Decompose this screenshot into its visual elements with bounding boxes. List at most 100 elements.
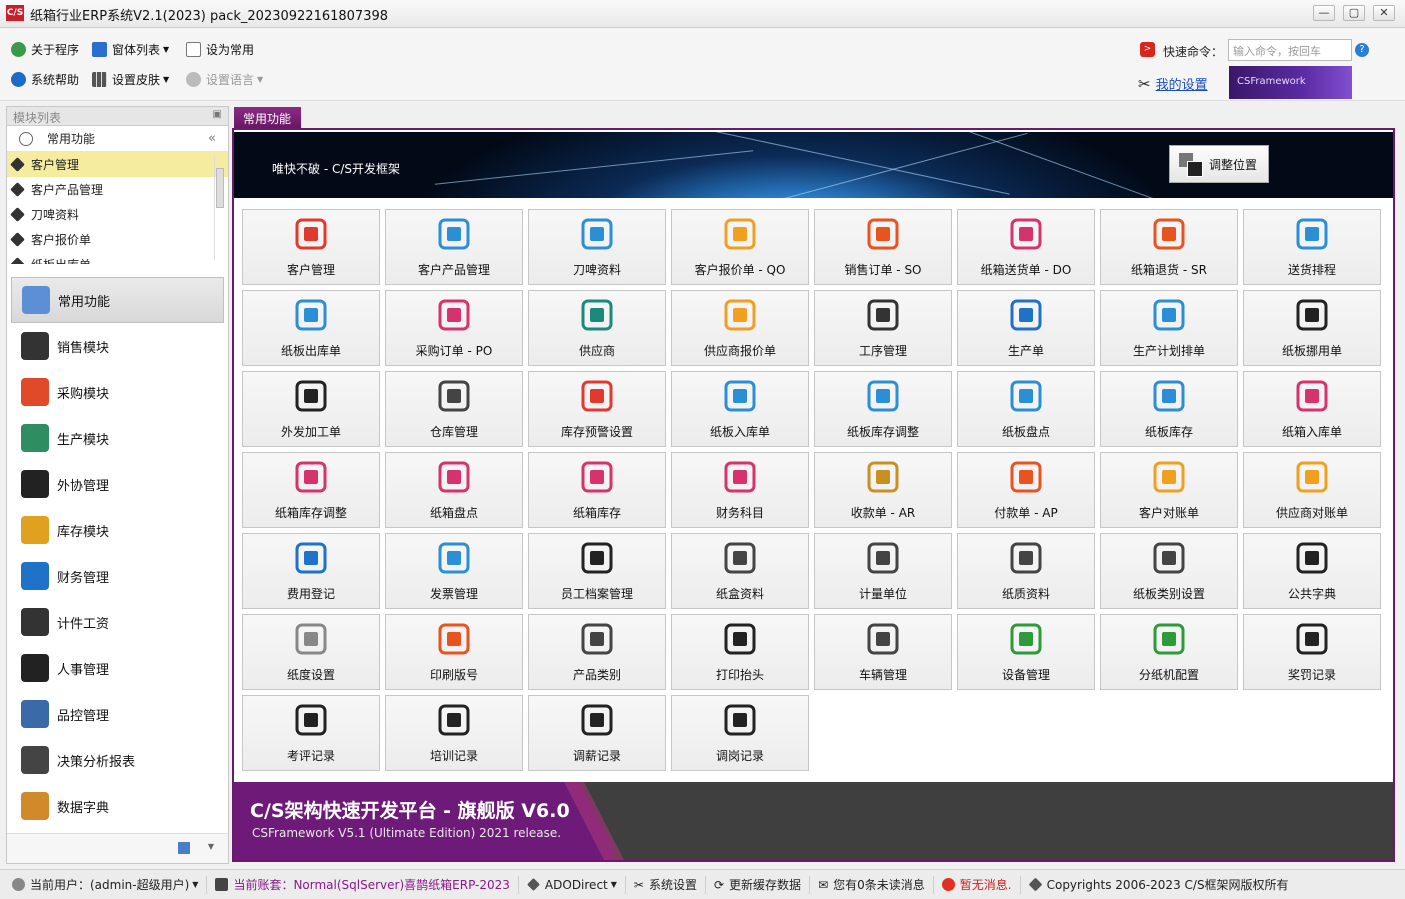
production-eye-icon [1004,293,1048,337]
set-common-button[interactable]: 设为常用 [186,41,254,58]
function-tile[interactable]: 调薪记录 [528,695,666,771]
function-tile[interactable]: 设备管理 [957,614,1095,690]
layout-icon[interactable] [178,842,190,854]
function-tile[interactable]: 纸板挪用单 [1243,290,1381,366]
function-tile[interactable]: 生产单 [957,290,1095,366]
function-tile[interactable]: 费用登记 [242,533,380,609]
chevron-down-icon[interactable]: ▼ [208,842,214,851]
function-tile[interactable]: 刀啤资料 [528,209,666,285]
function-tile[interactable]: 销售订单 - SO [814,209,952,285]
function-tile[interactable]: 产品类别 [528,614,666,690]
status-settings-button[interactable]: ✂ 系统设置 [626,875,706,894]
function-tile[interactable]: 纸质资料 [957,533,1095,609]
function-tile[interactable]: 纸箱库存调整 [242,452,380,528]
function-tile[interactable]: 客户对账单 [1100,452,1238,528]
function-tile[interactable]: 客户报价单 - QO [671,209,809,285]
nav-item[interactable]: 生产模块 [7,415,228,461]
my-settings-link[interactable]: ✂ 我的设置 [1138,74,1208,94]
module-list-item[interactable]: 客户产品管理 [7,177,228,202]
function-tile[interactable]: 培训记录 [385,695,523,771]
function-tile[interactable]: 纸箱送货单 - DO [957,209,1095,285]
function-tile[interactable]: 打印抬头 [671,614,809,690]
function-tile[interactable]: 送货排程 [1243,209,1381,285]
function-tile[interactable]: 纸箱退货 - SR [1100,209,1238,285]
function-tile[interactable]: 员工档案管理 [528,533,666,609]
function-tile[interactable]: 采购订单 - PO [385,290,523,366]
function-tile[interactable]: 生产计划排单 [1100,290,1238,366]
module-list-item[interactable]: 刀啤资料 [7,202,228,227]
skin-button[interactable]: 设置皮肤 ▼ [92,71,169,88]
function-tile[interactable]: 发票管理 [385,533,523,609]
function-tile[interactable]: 公共字典 [1243,533,1381,609]
nav-item[interactable]: 外协管理 [7,461,228,507]
function-tile[interactable]: 调岗记录 [671,695,809,771]
function-tile[interactable]: 纸板库存 [1100,371,1238,447]
help-button[interactable]: 系统帮助 [11,71,79,88]
messages-button[interactable]: ✉ 您有0条未读消息 [810,875,934,894]
nav-item[interactable]: 人事管理 [7,645,228,691]
function-tile[interactable]: 纸盒资料 [671,533,809,609]
module-list-item[interactable]: 客户管理 [7,152,228,177]
function-tile[interactable]: 纸箱入库单 [1243,371,1381,447]
function-tile[interactable]: 纸箱盘点 [385,452,523,528]
function-tile[interactable]: 纸度设置 [242,614,380,690]
users-icon [289,212,333,256]
common-functions-header[interactable]: 常用功能 « [7,126,228,152]
function-tile[interactable]: 纸板出库单 [242,290,380,366]
function-tile[interactable]: 外发加工单 [242,371,380,447]
window-list-button[interactable]: 窗体列表 ▼ [92,41,169,58]
nav-item[interactable]: 计件工资 [7,599,228,645]
about-button[interactable]: 关于程序 [11,41,79,58]
function-tile[interactable]: 供应商对账单 [1243,452,1381,528]
restore-button[interactable]: ▢ [1343,5,1365,21]
function-tile[interactable]: 客户管理 [242,209,380,285]
nav-item[interactable]: 数据字典 [7,783,228,829]
status-user[interactable]: 当前用户：(admin-超级用户) ▼ [0,875,208,894]
adjust-position-button[interactable]: 调整位置 [1169,145,1269,183]
module-list-scrollbar[interactable] [214,156,224,260]
scroll-thumb[interactable] [216,168,224,208]
function-tile[interactable]: 纸板类别设置 [1100,533,1238,609]
close-button[interactable]: ✕ [1373,5,1395,21]
function-tile[interactable]: 客户产品管理 [385,209,523,285]
help-icon[interactable]: ? [1355,43,1369,57]
function-tile[interactable]: 考评记录 [242,695,380,771]
language-button[interactable]: 设置语言 ▼ [186,71,263,88]
function-tile[interactable]: 印刷版号 [385,614,523,690]
function-tile[interactable]: 奖罚记录 [1243,614,1381,690]
status-connection[interactable]: ADODirect ▼ [519,875,626,894]
minimize-button[interactable]: — [1313,5,1335,21]
function-tile[interactable]: 纸板库存调整 [814,371,952,447]
function-tile[interactable]: 财务科目 [671,452,809,528]
function-tile[interactable]: 纸板盘点 [957,371,1095,447]
function-tile[interactable]: 仓库管理 [385,371,523,447]
nav-item[interactable]: 采购模块 [7,369,228,415]
function-tile[interactable]: 分纸机配置 [1100,614,1238,690]
function-tile-label: 工序管理 [858,344,907,358]
function-tile[interactable]: 供应商报价单 [671,290,809,366]
function-tile[interactable]: 付款单 - AP [957,452,1095,528]
notice-button[interactable]: 暂无消息. [934,875,1021,894]
quick-command-input[interactable]: 输入命令，按回车 [1228,39,1352,61]
status-user-label: 当前用户：(admin-超级用户) [30,878,190,892]
pin-icon[interactable]: ▣ [213,109,222,120]
tab-common-functions[interactable]: 常用功能 [234,107,301,128]
nav-item[interactable]: 库存模块 [7,507,228,553]
refresh-cache-button[interactable]: ⟳ 更新缓存数据 [706,875,811,894]
nav-item[interactable]: 常用功能 [11,277,224,323]
function-tile[interactable]: 纸板入库单 [671,371,809,447]
collapse-icon[interactable]: « [208,131,216,146]
function-tile[interactable]: 供应商 [528,290,666,366]
function-tile[interactable]: 车辆管理 [814,614,952,690]
nav-item[interactable]: 财务管理 [7,553,228,599]
function-tile[interactable]: 计量单位 [814,533,952,609]
function-tile[interactable]: 库存预警设置 [528,371,666,447]
function-tile[interactable]: 工序管理 [814,290,952,366]
nav-item[interactable]: 品控管理 [7,691,228,737]
nav-item[interactable]: 决策分析报表 [7,737,228,783]
function-tile[interactable]: 收款单 - AR [814,452,952,528]
nav-item[interactable]: 销售模块 [7,323,228,369]
function-tile[interactable]: 纸箱库存 [528,452,666,528]
module-list-item[interactable]: 纸板出库单 [7,252,228,264]
module-list-item[interactable]: 客户报价单 [7,227,228,252]
